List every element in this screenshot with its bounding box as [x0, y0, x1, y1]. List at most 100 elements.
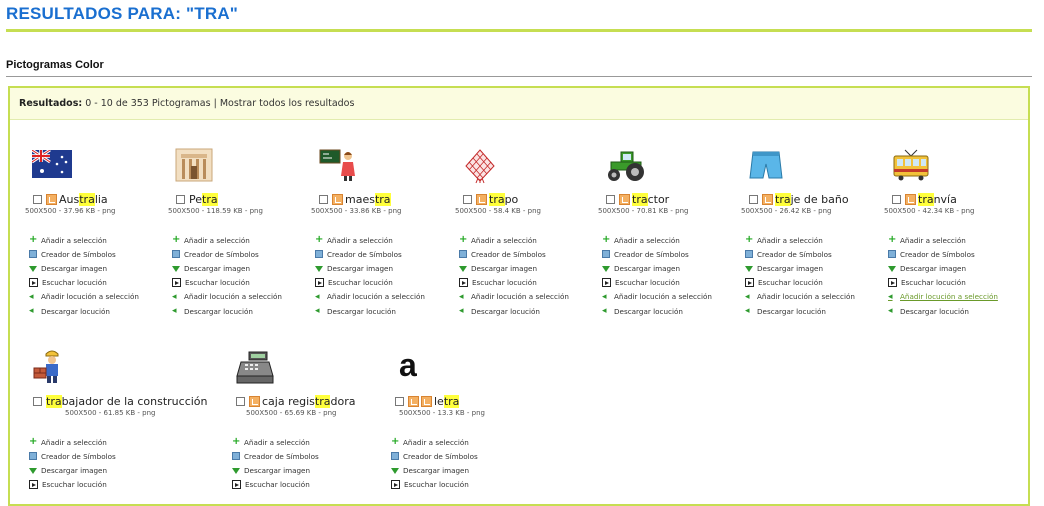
pictogram-title: Aus tra lia [33, 192, 108, 206]
add-to-selection-link[interactable]: + Añadir a selección [602, 233, 712, 247]
title-highlight: tra [918, 192, 934, 206]
download-image-link[interactable]: Descargar imagen [315, 261, 425, 275]
select-checkbox[interactable] [176, 194, 185, 204]
symbol-creator-link[interactable]: Creador de Símbolos [745, 247, 855, 261]
swim-shorts-icon[interactable] [748, 148, 790, 184]
listen-audio-link[interactable]: Escuchar locución [459, 276, 569, 290]
title-highlight: tra [443, 394, 460, 408]
add-to-selection-link[interactable]: + Añadir a selección [745, 233, 855, 247]
edit-pictogram-icon[interactable] [476, 193, 487, 205]
cash-register-icon[interactable] [235, 350, 277, 386]
edit-pictogram-icon[interactable] [421, 395, 432, 407]
download-audio-link[interactable]: ◂ Descargar locución [745, 304, 855, 318]
symbol-creator-link[interactable]: Creador de Símbolos [29, 247, 139, 261]
petra-ruins-icon[interactable] [175, 148, 217, 184]
listen-audio-link[interactable]: Escuchar locución [315, 276, 425, 290]
select-checkbox[interactable] [236, 396, 245, 406]
edit-pictogram-icon[interactable] [332, 193, 343, 205]
add-to-selection-link[interactable]: + Añadir a selección [29, 233, 139, 247]
symbol-creator-link[interactable]: Creador de Símbolos [172, 247, 282, 261]
show-all-link[interactable]: Mostrar todos los resultados [220, 98, 355, 109]
plus-icon: + [888, 234, 897, 246]
listen-audio-link[interactable]: Escuchar locución [888, 276, 998, 290]
download-image-link[interactable]: Descargar imagen [391, 463, 478, 477]
symbol-creator-link[interactable]: Creador de Símbolos [232, 449, 319, 463]
add-audio-link[interactable]: ◂ Añadir locución a selección [315, 290, 425, 304]
add-audio-link[interactable]: ◂ Añadir locución a selección [459, 290, 569, 304]
edit-pictogram-icon[interactable] [905, 193, 916, 205]
download-image-link[interactable]: Descargar imagen [745, 261, 855, 275]
select-checkbox[interactable] [319, 194, 328, 204]
add-audio-link[interactable]: ◂ Añadir locución a selección [745, 290, 855, 304]
download-audio-link[interactable]: ◂ Descargar locución [315, 304, 425, 318]
listen-audio-link[interactable]: Escuchar locución [29, 478, 116, 492]
tractor-icon[interactable] [605, 148, 647, 184]
title-text: Pe [189, 192, 203, 206]
symbol-creator-link[interactable]: Creador de Símbolos [602, 247, 712, 261]
symbol-creator-link[interactable]: Creador de Símbolos [29, 449, 116, 463]
listen-audio-link[interactable]: Escuchar locución [745, 276, 855, 290]
cloth-rag-icon[interactable] [462, 148, 504, 184]
image-icon [888, 250, 896, 259]
download-image-link[interactable]: Descargar imagen [172, 261, 282, 275]
download-icon [602, 266, 610, 273]
select-checkbox[interactable] [395, 396, 404, 406]
add-to-selection-link[interactable]: + Añadir a selección [29, 435, 116, 449]
add-audio-link[interactable]: ◂ Añadir locución a selección [602, 290, 712, 304]
edit-pictogram-icon[interactable] [249, 395, 260, 407]
edit-pictogram-icon[interactable] [408, 395, 419, 407]
tram-icon[interactable] [891, 148, 933, 184]
edit-pictogram-icon[interactable] [762, 193, 773, 205]
download-image-link[interactable]: Descargar imagen [602, 261, 712, 275]
select-checkbox[interactable] [892, 194, 901, 204]
edit-pictogram-icon[interactable] [619, 193, 630, 205]
action-label: Añadir locución a selección [471, 292, 569, 302]
download-image-link[interactable]: Descargar imagen [459, 261, 569, 275]
symbol-creator-link[interactable]: Creador de Símbolos [391, 449, 478, 463]
download-audio-link[interactable]: ◂ Descargar locución [172, 304, 282, 318]
listen-audio-link[interactable]: Escuchar locución [602, 276, 712, 290]
download-audio-link[interactable]: ◂ Descargar locución [29, 304, 139, 318]
title-text: le [434, 394, 444, 408]
pictogram-title: tra nvía [892, 192, 957, 206]
action-label: Descargar locución [41, 306, 110, 316]
select-checkbox[interactable] [606, 194, 615, 204]
download-audio-link[interactable]: ◂ Descargar locución [459, 304, 569, 318]
download-audio-link[interactable]: ◂ Descargar locución [602, 304, 712, 318]
select-checkbox[interactable] [33, 194, 42, 204]
download-image-link[interactable]: Descargar imagen [888, 261, 998, 275]
add-to-selection-link[interactable]: + Añadir a selección [232, 435, 319, 449]
australia-flag-icon[interactable] [31, 148, 74, 184]
add-audio-link[interactable]: ◂ Añadir locución a selección [29, 290, 139, 304]
download-image-link[interactable]: Descargar imagen [29, 463, 116, 477]
speaker-download-icon: ◂ [888, 306, 893, 317]
listen-audio-link[interactable]: Escuchar locución [391, 478, 478, 492]
letter-a-icon[interactable]: a [399, 349, 441, 386]
add-to-selection-link[interactable]: + Añadir a selección [172, 233, 282, 247]
listen-audio-link[interactable]: Escuchar locución [29, 276, 139, 290]
select-checkbox[interactable] [749, 194, 758, 204]
add-to-selection-link[interactable]: + Añadir a selección [888, 233, 998, 247]
download-audio-link[interactable]: ◂ Descargar locución [888, 304, 998, 318]
symbol-creator-link[interactable]: Creador de Símbolos [888, 247, 998, 261]
select-checkbox[interactable] [33, 396, 42, 406]
add-audio-link[interactable]: ◂ Añadir locución a selección [888, 290, 998, 304]
play-icon [745, 278, 754, 288]
listen-audio-link[interactable]: Escuchar locución [172, 276, 282, 290]
add-to-selection-link[interactable]: + Añadir a selección [459, 233, 569, 247]
add-to-selection-link[interactable]: + Añadir a selección [315, 233, 425, 247]
download-icon [29, 266, 37, 273]
symbol-creator-link[interactable]: Creador de Símbolos [459, 247, 569, 261]
add-audio-link[interactable]: ◂ Añadir locución a selección [172, 290, 282, 304]
teacher-icon[interactable] [318, 148, 360, 184]
listen-audio-link[interactable]: Escuchar locución [232, 478, 319, 492]
download-image-link[interactable]: Descargar imagen [232, 463, 319, 477]
symbol-creator-link[interactable]: Creador de Símbolos [315, 247, 425, 261]
construction-worker-icon[interactable] [32, 350, 74, 386]
action-list: + Añadir a selección Creador de Símbolos … [459, 233, 569, 318]
edit-pictogram-icon[interactable] [46, 193, 57, 205]
add-to-selection-link[interactable]: + Añadir a selección [391, 435, 478, 449]
download-image-link[interactable]: Descargar imagen [29, 261, 139, 275]
select-checkbox[interactable] [463, 194, 472, 204]
play-icon [602, 278, 611, 288]
